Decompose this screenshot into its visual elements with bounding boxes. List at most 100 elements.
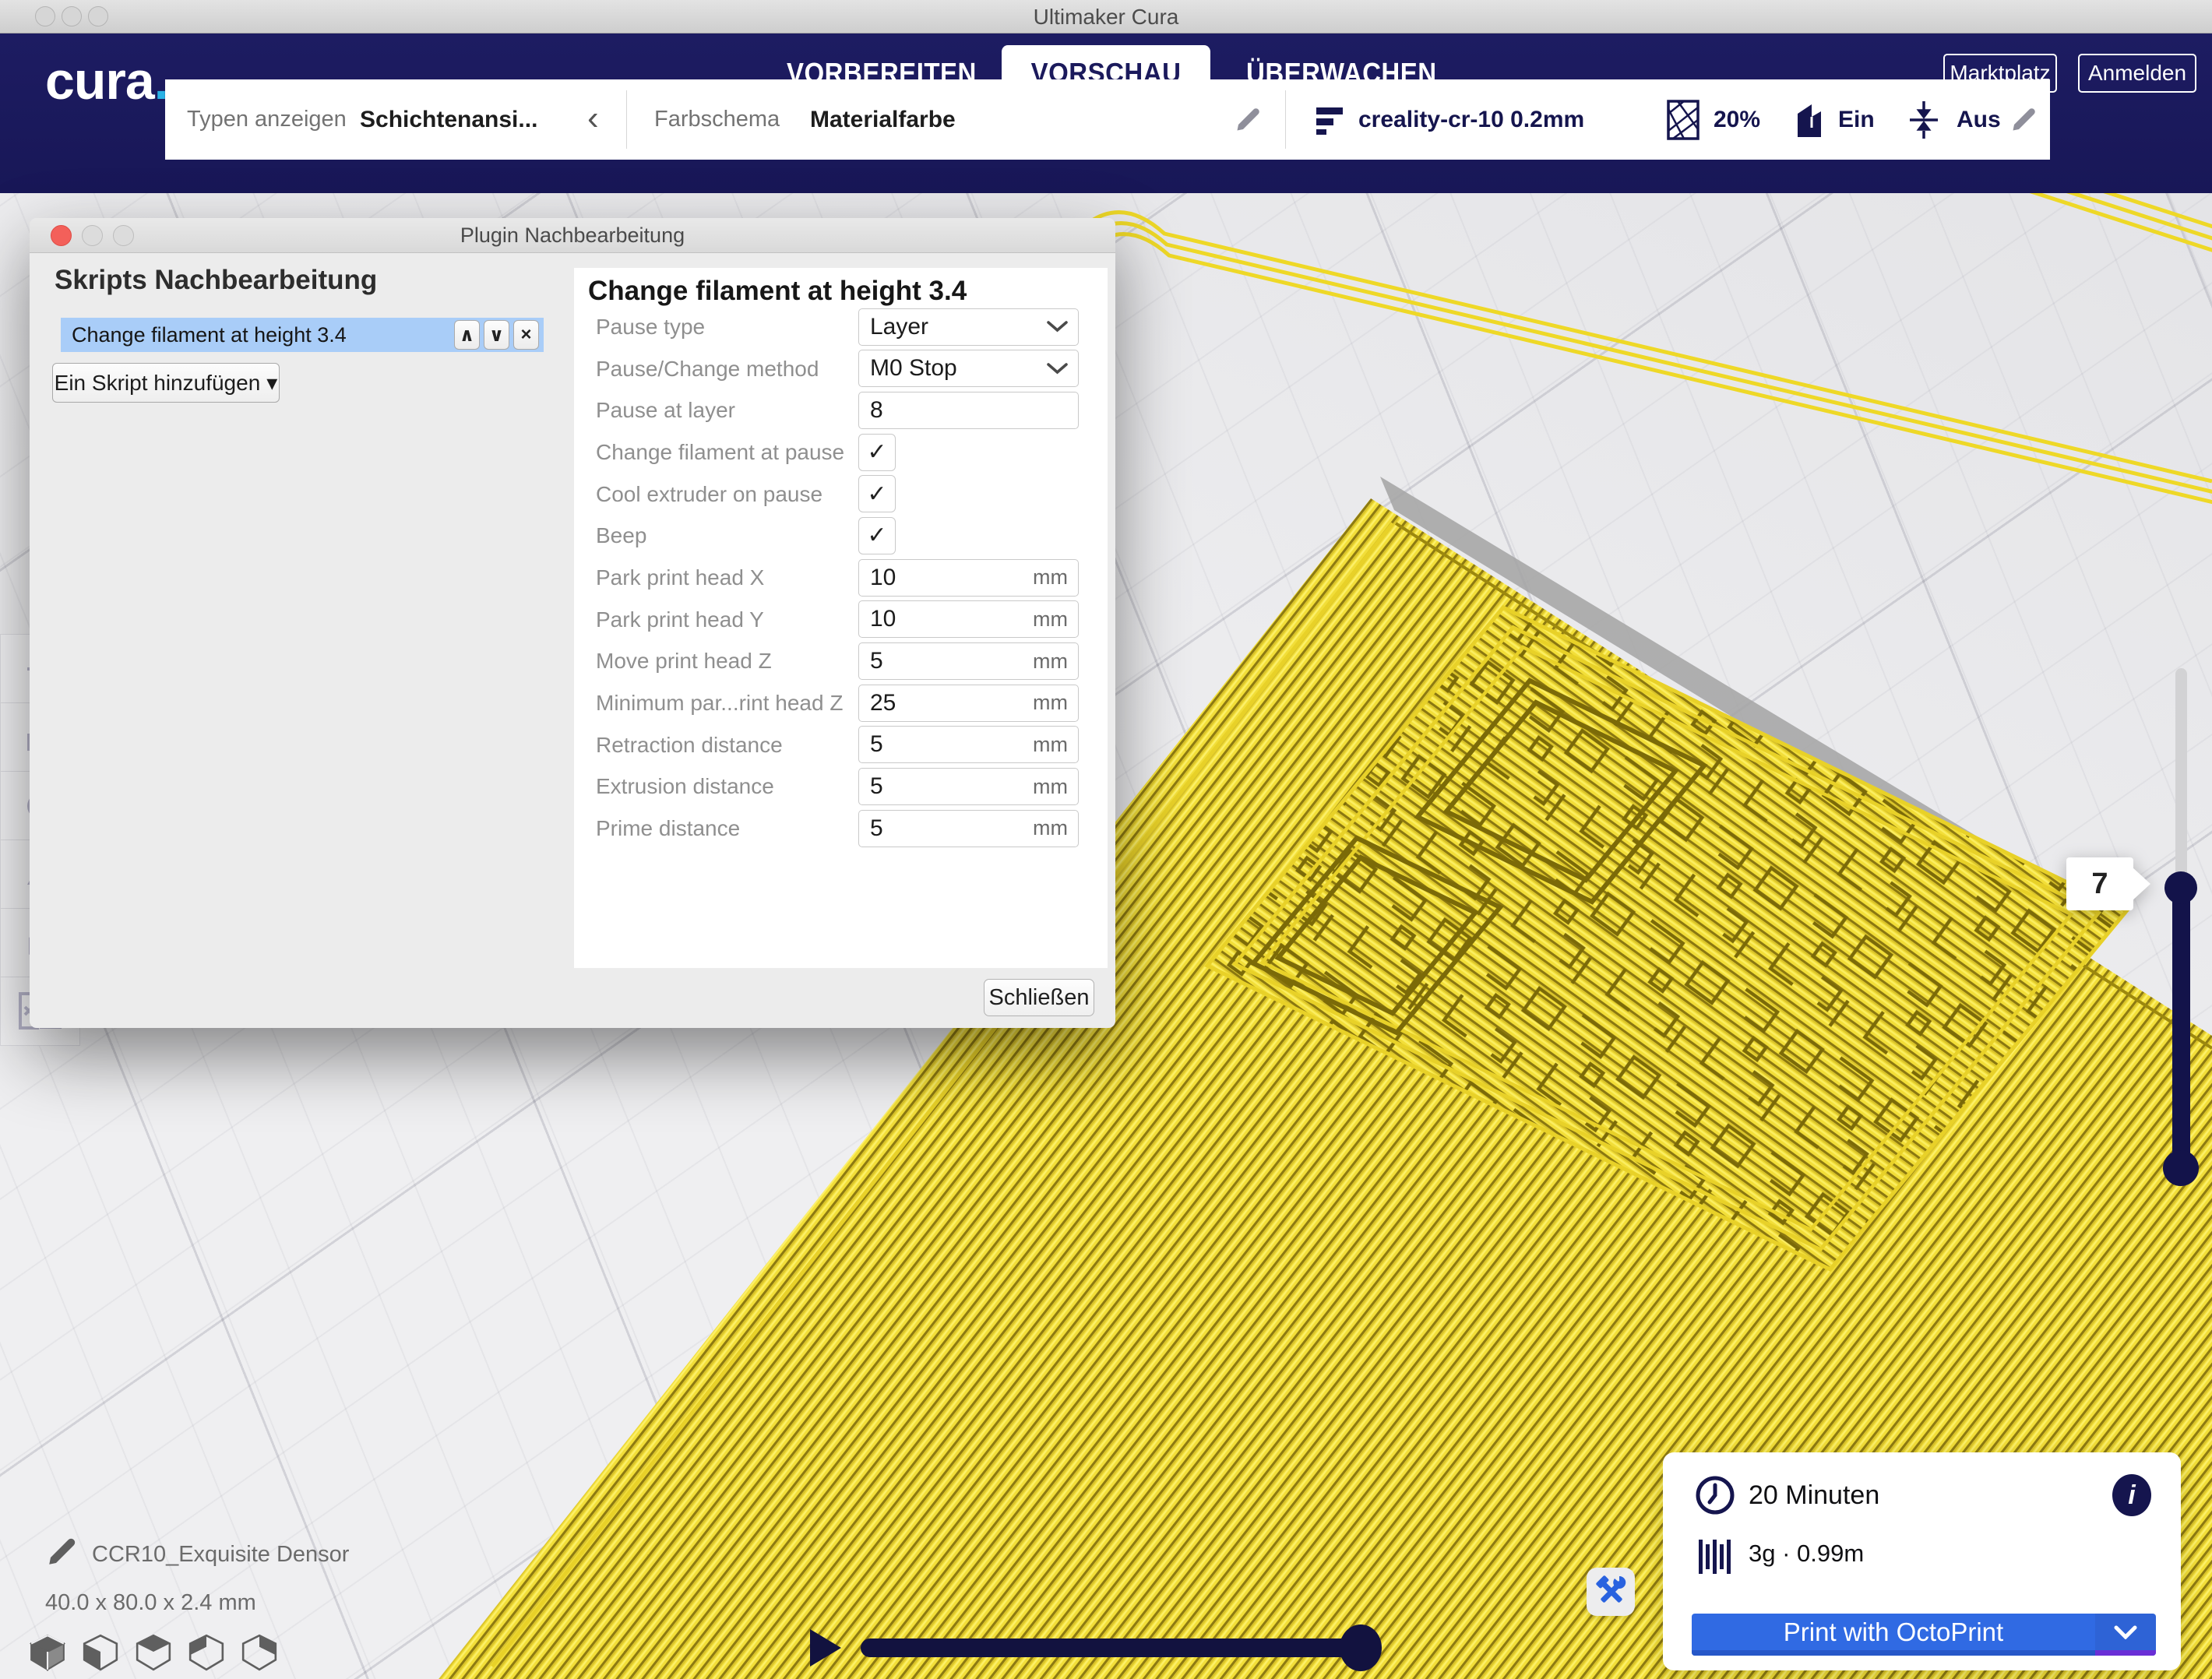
toolbar-divider xyxy=(1285,90,1286,149)
layer-slider-track[interactable] xyxy=(2175,668,2187,896)
layer-slider-lower-handle[interactable] xyxy=(2163,1150,2199,1186)
input-unit: mm xyxy=(1033,565,1068,590)
pause-at-layer-input[interactable]: 8 xyxy=(858,392,1079,429)
view-type-select[interactable]: Schichtenansi... xyxy=(360,79,537,160)
dialog-title: Plugin Nachbearbeitung xyxy=(30,218,1115,253)
form-row-park-print-head-y: Park print head Y 10mm xyxy=(574,599,1108,641)
add-script-dropdown[interactable]: Ein Skript hinzufügen▾ xyxy=(52,363,280,403)
select-value: M0 Stop xyxy=(859,355,957,382)
toolbar-divider xyxy=(626,90,627,149)
chevron-down-icon xyxy=(1047,321,1068,333)
print-info-icon[interactable]: i xyxy=(2112,1474,2151,1516)
print-with-octoprint-button[interactable]: Print with OctoPrint xyxy=(1692,1614,2095,1656)
wrench-hammer-icon xyxy=(1593,1574,1629,1610)
beep-checkbox[interactable]: ✓ xyxy=(858,517,896,554)
field-label: Move print head Z xyxy=(596,641,772,683)
retraction-distance-input[interactable]: 5mm xyxy=(858,726,1079,763)
select-value: Layer xyxy=(859,314,928,340)
form-row-change-filament-at-pause: Change filament at pause ✓ xyxy=(574,431,1108,473)
script-settings-heading: Change filament at height 3.4 xyxy=(588,276,967,307)
selected-script-label: Change filament at height 3.4 xyxy=(72,323,450,347)
input-value: 5 xyxy=(859,773,883,800)
input-value: 25 xyxy=(859,690,896,716)
adhesion-state: Aus xyxy=(1957,79,2001,160)
material-usage-icon xyxy=(1697,1536,1738,1581)
machine-settings-button[interactable] xyxy=(1587,1568,1635,1616)
script-settings-panel: Change filament at height 3.4 Pause type… xyxy=(574,268,1108,968)
park-print-head-x-input[interactable]: 10 mm xyxy=(858,559,1079,597)
rename-model-pencil-icon[interactable] xyxy=(45,1536,78,1572)
field-label: Cool extruder on pause xyxy=(596,473,822,516)
field-label: Prime distance xyxy=(596,808,740,850)
cool-extruder-on-pause-checkbox[interactable]: ✓ xyxy=(858,475,896,512)
extrusion-distance-input[interactable]: 5mm xyxy=(858,768,1079,805)
printer-profile-button[interactable]: creality-cr-10 0.2mm xyxy=(1358,79,1584,160)
check-icon: ✓ xyxy=(867,438,886,466)
input-value: 8 xyxy=(859,397,883,424)
scripts-heading: Skripts Nachbearbeitung xyxy=(55,265,377,296)
play-button[interactable] xyxy=(810,1629,841,1667)
field-label: Pause type xyxy=(596,306,705,348)
color-scheme-select[interactable]: Materialfarbe xyxy=(810,79,956,160)
view-left-icon[interactable] xyxy=(187,1632,226,1671)
infill-percent: 20% xyxy=(1714,79,1760,160)
edit-print-settings-pencil-icon[interactable] xyxy=(2009,79,2038,160)
close-dialog-button[interactable]: Schließen xyxy=(984,979,1094,1016)
macos-titlebar: Ultimaker Cura xyxy=(0,0,2212,33)
form-row-prime-distance: Prime distance 5mm xyxy=(574,808,1108,850)
pause-type-select[interactable]: Layer xyxy=(858,308,1079,346)
selected-script-row[interactable]: Change filament at height 3.4 ∧ ∨ × xyxy=(61,318,544,352)
move-script-down-button[interactable]: ∨ xyxy=(484,320,509,350)
post-processing-dialog: Plugin Nachbearbeitung Skripts Nachbearb… xyxy=(30,218,1115,1028)
app-window: 7 CCR10_Exquisite Densor 40.0 x 80.0 x 2… xyxy=(0,0,2212,1679)
minimum-par-rint-head-z-input[interactable]: 25mm xyxy=(858,685,1079,722)
pause-change-method-select[interactable]: M0 Stop xyxy=(858,350,1079,387)
form-row-pause-type: Pause type Layer xyxy=(574,306,1108,348)
print-time-icon xyxy=(1694,1474,1736,1520)
print-job-panel: 20 Minuten 3g · 0.99m Print with OctoPri… xyxy=(1663,1452,2181,1670)
camera-view-buttons xyxy=(28,1632,279,1671)
layer-slider-upper-handle[interactable] xyxy=(2164,871,2197,904)
dialog-titlebar: Plugin Nachbearbeitung xyxy=(30,218,1115,253)
check-icon: ✓ xyxy=(867,522,886,549)
move-print-head-z-input[interactable]: 5 mm xyxy=(858,642,1079,680)
park-print-head-y-input[interactable]: 10mm xyxy=(858,600,1079,638)
input-unit: mm xyxy=(1033,649,1068,674)
field-label: Park print head Y xyxy=(596,599,764,641)
edit-color-scheme-pencil-icon[interactable] xyxy=(1234,79,1262,160)
print-output-chevron-down-icon[interactable] xyxy=(2095,1614,2156,1656)
color-scheme-label: Farbschema xyxy=(654,79,780,160)
field-label: Extrusion distance xyxy=(596,766,774,808)
current-layer-value: 7 xyxy=(2091,868,2108,901)
field-label: Pause/Change method xyxy=(596,348,819,390)
window-title: Ultimaker Cura xyxy=(0,0,2212,33)
collapse-chevron-left-icon[interactable]: ‹ xyxy=(587,79,599,160)
field-label: Change filament at pause xyxy=(596,431,844,473)
input-value: 10 xyxy=(859,565,896,591)
view-right-icon[interactable] xyxy=(240,1632,279,1671)
preview-toolbar: Typen anzeigen Schichtenansi... ‹ Farbsc… xyxy=(165,79,2050,160)
view-front-icon[interactable] xyxy=(81,1632,120,1671)
infill-icon xyxy=(1667,79,1700,160)
layer-slider-range[interactable] xyxy=(2172,888,2190,1168)
path-slider-handle[interactable] xyxy=(1340,1624,1382,1671)
view-3d-icon[interactable] xyxy=(28,1632,67,1671)
view-top-icon[interactable] xyxy=(134,1632,173,1671)
move-script-up-button[interactable]: ∧ xyxy=(454,320,480,350)
remove-script-button[interactable]: × xyxy=(513,320,539,350)
sign-in-button[interactable]: Anmelden xyxy=(2078,54,2196,93)
field-label: Beep xyxy=(596,515,646,557)
change-filament-at-pause-checkbox[interactable]: ✓ xyxy=(858,434,896,471)
form-row-cool-extruder-on-pause: Cool extruder on pause ✓ xyxy=(574,473,1108,516)
input-value: 10 xyxy=(859,606,896,632)
field-label: Retraction distance xyxy=(596,724,783,766)
prime-distance-input[interactable]: 5mm xyxy=(858,810,1079,847)
dropdown-caret-icon: ▾ xyxy=(266,370,277,396)
support-icon xyxy=(1795,79,1826,160)
input-unit: mm xyxy=(1033,733,1068,757)
input-value: 5 xyxy=(859,648,883,674)
input-value: 5 xyxy=(859,815,883,842)
form-row-pause-at-layer: Pause at layer8 xyxy=(574,389,1108,431)
path-slider-track[interactable] xyxy=(861,1639,1359,1657)
print-time-estimate: 20 Minuten xyxy=(1749,1480,1879,1511)
